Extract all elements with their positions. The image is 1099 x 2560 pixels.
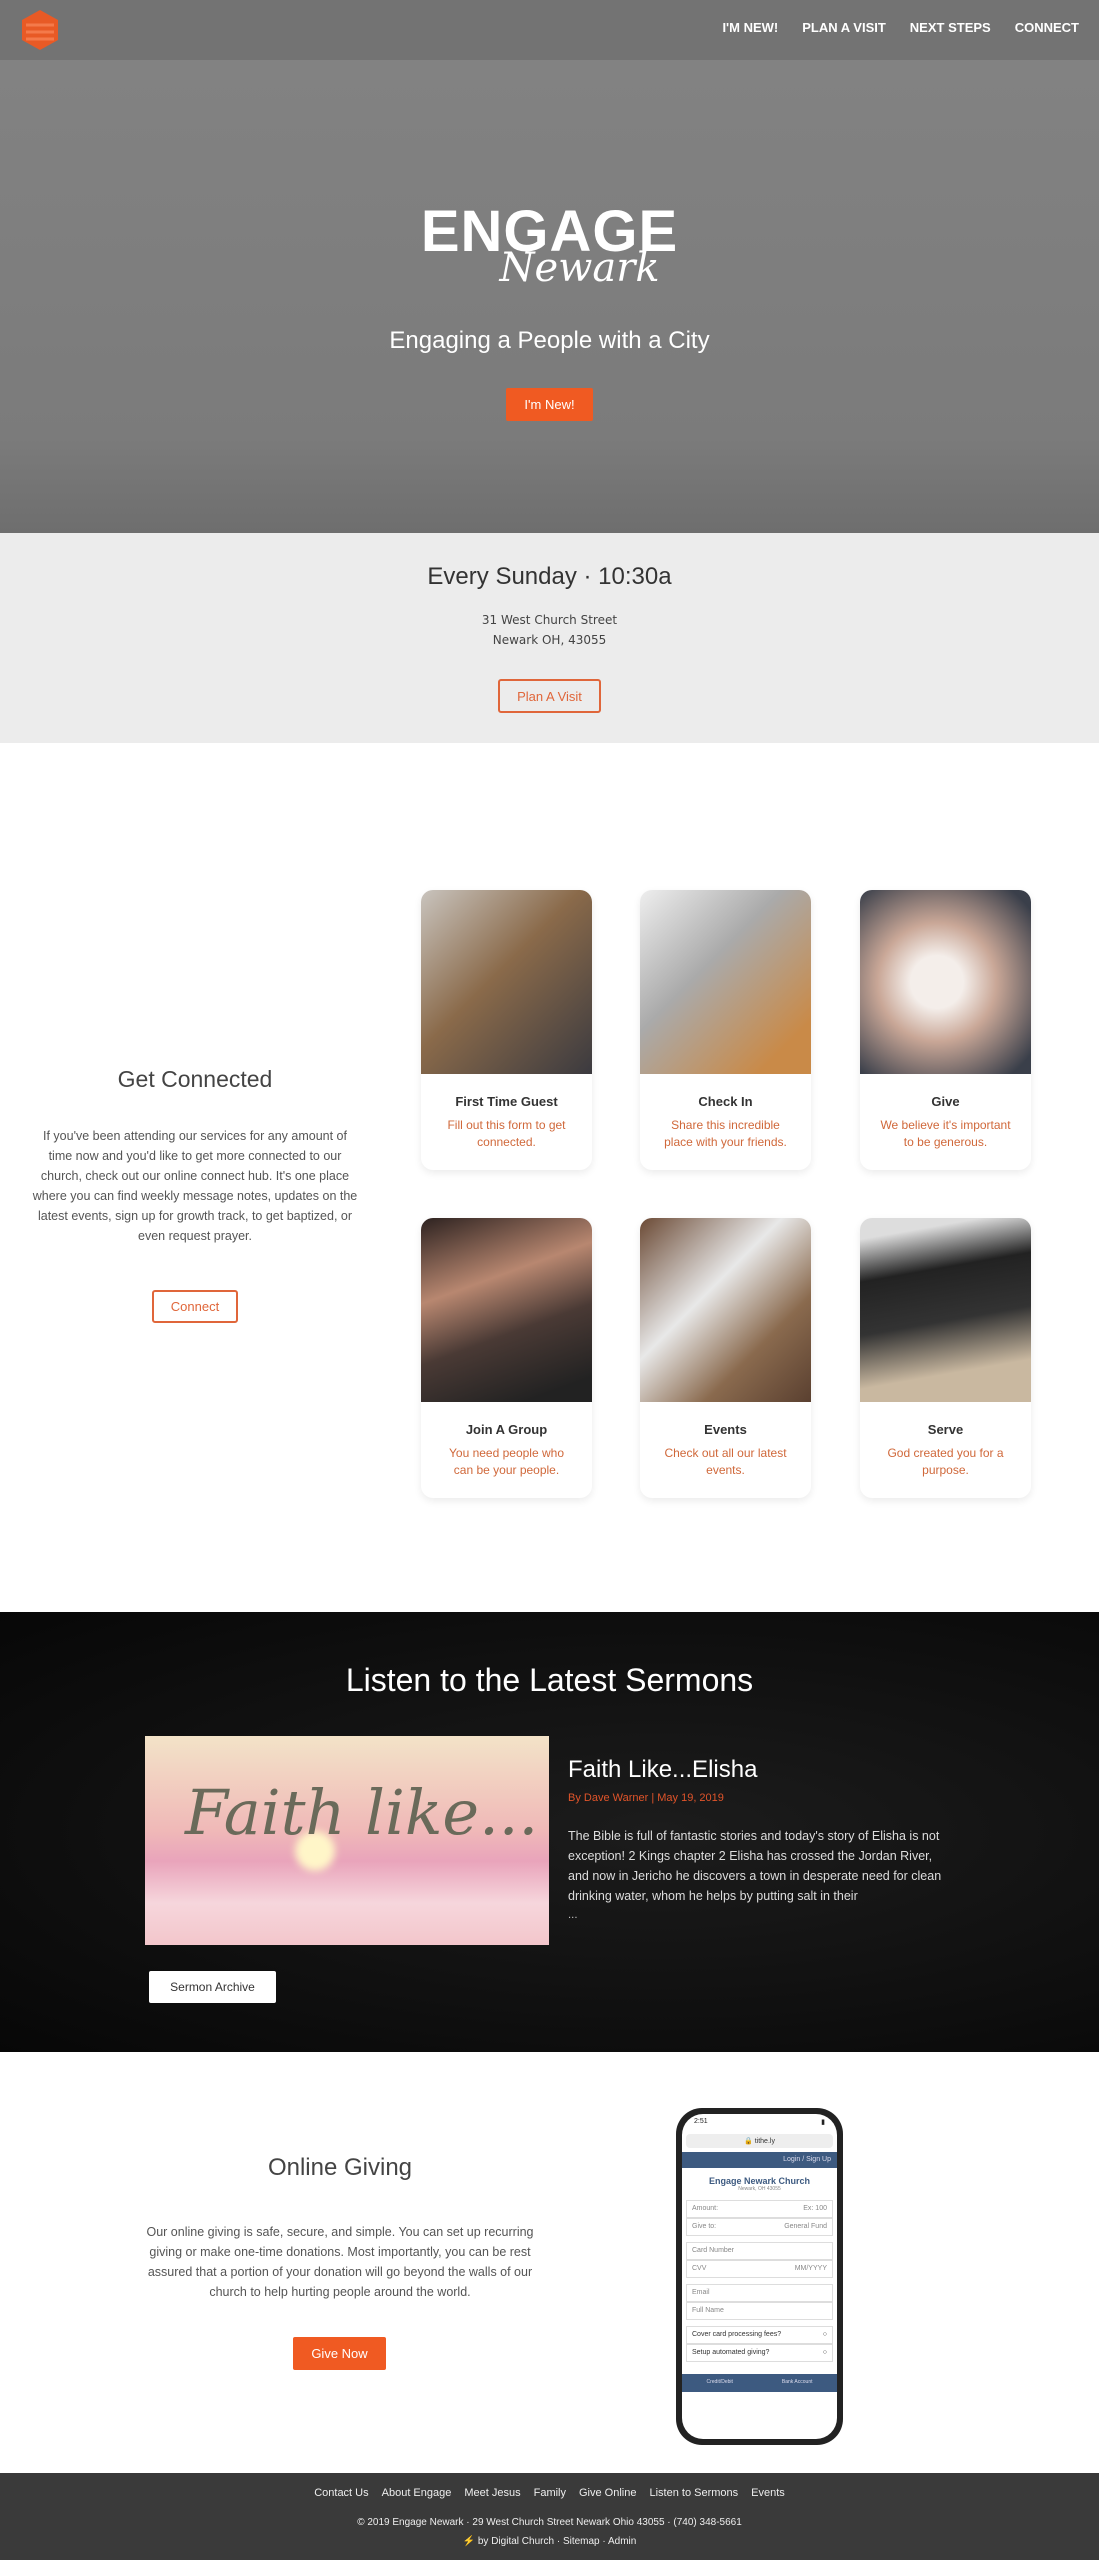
footer-contact-us[interactable]: Contact Us [314,2487,368,2499]
top-nav: I'M NEW! PLAN A VISIT NEXT STEPS CONNECT [0,0,1099,60]
nav-im-new[interactable]: I'M NEW! [722,20,778,35]
giveto-field: Give to: General Fund [686,2218,833,2236]
card-desc: We believe it's important to be generous… [880,1118,1011,1149]
connect-heading: Get Connected [117,1066,273,1092]
service-time: Every Sunday · 10:30a [427,563,672,590]
connect-body: If you've been attending our services fo… [32,1129,358,1243]
give-now-button[interactable]: Give Now [293,2337,386,2370]
footer-credit: ⚡ by Digital Church · Sitemap · Admin [462,2536,637,2547]
phone-mockup: 2:51 ▮ 🔒 tithe.ly Login / Sign Up Engage … [676,2108,843,2445]
phone-church: Engage Newark Church [708,2176,811,2186]
connect-button[interactable]: Connect [152,1290,238,1323]
sermon-ellipsis: ... [568,1910,578,1921]
phone-login: Login / Sign Up [682,2152,837,2168]
card-image [640,1218,811,1402]
im-new-button[interactable]: I'm New! [506,388,593,421]
giving-body: Our online giving is safe, secure, and s… [146,2225,534,2299]
card-image [640,890,811,1074]
card-title: Give [931,1094,960,1109]
nav-links: I'M NEW! PLAN A VISIT NEXT STEPS CONNECT [722,20,1079,35]
sermons-heading: Listen to the Latest Sermons [345,1662,754,1698]
footer-listen-to-sermons[interactable]: Listen to Sermons [649,2487,738,2499]
footer-give-online[interactable]: Give Online [579,2487,636,2499]
logo-icon[interactable] [18,8,62,52]
card-desc: God created you for a purpose. [887,1446,1004,1477]
card-image [860,1218,1031,1402]
card-desc: Fill out this form to get connected. [447,1118,566,1149]
card-check-in[interactable]: Check In Share this incredible place with… [640,890,811,1170]
footer-about-engage[interactable]: About Engage [382,2487,452,2499]
footer: Contact Us About Engage Meet Jesus Famil… [0,2473,1099,2560]
card-title: Serve [927,1422,964,1437]
giving-heading: Online Giving [267,2154,413,2181]
card-title: Join A Group [465,1422,548,1437]
nav-next-steps[interactable]: NEXT STEPS [910,20,991,35]
full-name-field: Full Name [686,2302,833,2320]
hero-tagline: Engaging a People with a City [389,327,710,354]
card-image [421,1218,592,1402]
address-line2: Newark OH, 43055 [492,633,607,647]
sermon-title[interactable]: Faith Like...Elisha [568,1756,757,1784]
card-join-a-group[interactable]: Join A Group You need people who can be y… [421,1218,592,1498]
card-title: Events [704,1422,747,1437]
digital-church-link[interactable]: by Digital Church [478,2536,554,2547]
cvv-expiry-field: CVV MM/YYYY [686,2260,833,2278]
card-serve[interactable]: Serve God created you for a purpose. [860,1218,1031,1498]
card-desc: You need people who can be your people. [449,1446,564,1477]
battery-icon: ▮ [821,2119,825,2126]
phone-url: tithe.ly [754,2138,775,2145]
card-events[interactable]: Events Check out all our latest events. [640,1218,811,1498]
card-title: First Time Guest [455,1094,558,1109]
sermon-archive-button[interactable]: Sermon Archive [149,1971,276,2003]
card-give[interactable]: Give We believe it's important to be gene… [860,890,1031,1170]
footer-events[interactable]: Events [751,2487,785,2499]
footer-meet-jesus[interactable]: Meet Jesus [464,2487,520,2499]
footer-links: Contact Us About Engage Meet Jesus Famil… [0,2487,1099,2499]
lightning-icon: ⚡ [462,2536,476,2547]
card-desc: Check out all our latest events. [664,1446,787,1477]
sermon-image[interactable]: Faith like... [145,1736,549,1945]
sermon-image-text: Faith like... [185,1776,539,1849]
card-image [421,890,592,1074]
nav-plan-a-visit[interactable]: PLAN A VISIT [802,20,886,35]
admin-link[interactable]: Admin [608,2536,636,2547]
phone-tab-card: Credit/Debit [706,2379,733,2385]
footer-copyright: © 2019 Engage Newark · 29 West Church St… [357,2517,742,2528]
phone-screen: 2:51 ▮ 🔒 tithe.ly Login / Sign Up Engage … [682,2114,837,2439]
email-field: Email [686,2284,833,2302]
plan-visit-button[interactable]: Plan A Visit [498,679,601,713]
card-title: Check In [698,1094,753,1109]
card-image [860,890,1031,1074]
hero-section [0,60,1099,533]
address-line1: 31 West Church Street [481,613,618,627]
phone-time: 2:51 [694,2118,708,2125]
card-first-time-guest[interactable]: First Time Guest Fill out this form to ge… [421,890,592,1170]
nav-connect[interactable]: CONNECT [1015,20,1079,35]
footer-family[interactable]: Family [534,2487,566,2499]
sermon-meta: By Dave Warner | May 19, 2019 [568,1792,724,1804]
brand-script: Newark [499,245,660,291]
cover-fees-toggle: Cover card processing fees? ○ [686,2326,833,2344]
sermon-excerpt: The Bible is full of fantastic stories a… [568,1829,942,1903]
phone-tab-bank: Bank Account [781,2379,813,2385]
card-number-field: Card Number [686,2242,833,2260]
amount-field: Amount: Ex: 100 [686,2200,833,2218]
card-desc: Share this incredible place with your fr… [664,1118,787,1149]
lock-icon: 🔒 [744,2138,753,2145]
automated-toggle: Setup automated giving? ○ [686,2344,833,2362]
sitemap-link[interactable]: Sitemap [563,2536,600,2547]
phone-location: Newark, OH 43055 [738,2186,781,2192]
